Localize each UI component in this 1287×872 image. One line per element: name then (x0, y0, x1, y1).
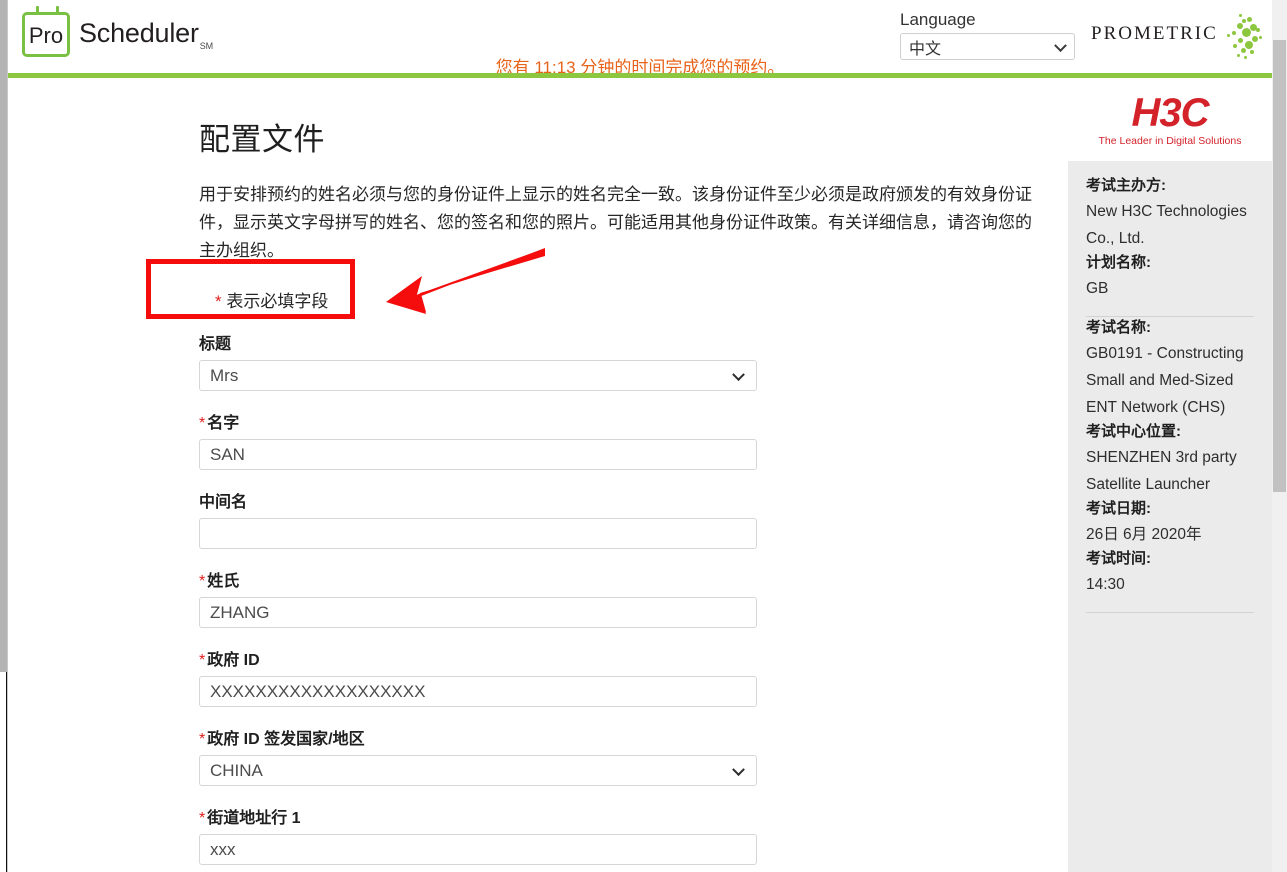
required-note-label: 表示必填字段 (226, 292, 329, 311)
exam-date-label: 考试日期: (1086, 500, 1151, 517)
select-title-value: Mrs (210, 365, 239, 385)
page-scrollbar-thumb[interactable] (1273, 40, 1286, 492)
calendar-ring-right (56, 6, 59, 15)
field-label-last-name: * 姓氏 (199, 567, 757, 591)
input-street-address-1-value: xxx (210, 839, 236, 859)
exam-sponsor-label: 考试主办方: (1086, 177, 1166, 194)
field-label-title: 标题 (199, 330, 757, 354)
field-label-government-id: * 政府 ID (199, 646, 757, 670)
field-label-street-address-1-text: 街道地址行 1 (207, 810, 301, 827)
chevron-down-icon (732, 367, 745, 381)
profile-form-container: 配置文件 用于安排预约的姓名必须与您的身份证件上显示的姓名完全一致。该身份证件至… (199, 114, 1049, 865)
prometric-wordmark: PROMETRIC (1091, 23, 1218, 44)
select-title[interactable]: Mrs (199, 360, 757, 391)
exam-name-label: 考试名称: (1086, 319, 1151, 336)
calendar-ring-left (36, 6, 39, 15)
input-street-address-1[interactable]: xxx (199, 834, 757, 865)
field-label-government-id-country: * 政府 ID 签发国家/地区 (199, 725, 757, 749)
exam-sponsor-value: New H3C Technologies Co., Ltd. (1086, 203, 1247, 247)
exam-date-value: 26日 6月 2020年 (1086, 526, 1202, 543)
field-label-government-id-country-text: 政府 ID 签发国家/地区 (207, 731, 365, 748)
form-field-government-id: * 政府 ID XXXXXXXXXXXXXXXXXXX (199, 646, 757, 707)
exam-info-sidebar: H3C The Leader in Digital Solutions 考试主办… (1068, 78, 1272, 872)
field-label-middle-name-text: 中间名 (199, 494, 248, 511)
exam-time-value: 14:30 (1086, 576, 1125, 593)
exam-info-item: 考试主办方: New H3C Technologies Co., Ltd. (1086, 175, 1254, 252)
required-asterisk: * (199, 731, 206, 748)
field-label-street-address-1: * 街道地址行 1 (199, 804, 757, 828)
form-field-title: 标题 Mrs (199, 330, 757, 391)
required-asterisk: * (199, 810, 206, 827)
field-label-government-id-text: 政府 ID (207, 652, 260, 669)
required-fields-note: * 表示必填字段 (215, 287, 1049, 312)
form-field-first-name: * 名字 SAN (199, 409, 757, 470)
required-asterisk: * (199, 415, 206, 432)
exam-name-value: GB0191 - Constructing Small and Med-Size… (1086, 345, 1244, 416)
page-title: 配置文件 (199, 122, 325, 157)
field-label-last-name-text: 姓氏 (207, 573, 240, 590)
brand-scheduler-text: SchedulerSM (79, 18, 213, 50)
main-content: 配置文件 用于安排预约的姓名必须与您的身份证件上显示的姓名完全一致。该身份证件至… (8, 78, 1068, 872)
required-asterisk: * (199, 652, 206, 669)
app-root: Pro SchedulerSM Language 中文 PROMETRIC 您有… (0, 0, 1287, 872)
left-scrollbar-thumb[interactable] (0, 0, 7, 672)
exam-info-item: 考试时间: 14:30 (1086, 548, 1254, 598)
exam-info-item: 考试日期: 26日 6月 2020年 (1086, 498, 1254, 548)
field-label-first-name-text: 名字 (207, 415, 240, 432)
h3c-wordmark: H3C (1131, 90, 1209, 135)
input-government-id-value: XXXXXXXXXXXXXXXXXXX (210, 681, 426, 701)
input-government-id[interactable]: XXXXXXXXXXXXXXXXXXX (199, 676, 757, 707)
input-first-name-value: SAN (210, 444, 245, 464)
brand-pro-text: Pro (28, 22, 64, 48)
program-name-label: 计划名称: (1086, 254, 1151, 271)
chevron-down-icon (732, 762, 745, 776)
proscheduler-logo[interactable]: Pro SchedulerSM (22, 6, 213, 57)
h3c-logo: H3C The Leader in Digital Solutions (1068, 78, 1272, 161)
h3c-tagline: The Leader in Digital Solutions (1098, 134, 1242, 147)
sidebar-divider (1086, 612, 1254, 613)
required-asterisk: * (199, 573, 206, 590)
calendar-icon: Pro (22, 6, 70, 57)
select-government-id-country[interactable]: CHINA (199, 755, 757, 786)
exam-info-item: 考试名称: GB0191 - Constructing Small and Me… (1086, 317, 1254, 421)
field-label-middle-name: 中间名 (199, 488, 757, 512)
field-label-title-text: 标题 (199, 336, 232, 353)
input-last-name[interactable]: ZHANG (199, 597, 757, 628)
input-first-name[interactable]: SAN (199, 439, 757, 470)
exam-info-item: 计划名称: GB (1086, 252, 1254, 302)
form-field-street-address-1: * 街道地址行 1 xxx (199, 804, 757, 865)
form-field-middle-name: 中间名 (199, 488, 757, 549)
input-last-name-value: ZHANG (210, 602, 270, 622)
test-center-location-label: 考试中心位置: (1086, 423, 1181, 440)
select-government-id-country-value: CHINA (210, 760, 263, 780)
exam-info-list: 考试主办方: New H3C Technologies Co., Ltd. 计划… (1068, 161, 1272, 613)
page-header: Pro SchedulerSM Language 中文 PROMETRIC 您有… (8, 0, 1272, 77)
exam-time-label: 考试时间: (1086, 550, 1151, 567)
program-name-value: GB (1086, 280, 1109, 297)
profile-intro-text: 用于安排预约的姓名必须与您的身份证件上显示的姓名完全一致。该身份证件至少必须是政… (199, 185, 1032, 260)
required-asterisk: * (215, 292, 222, 311)
service-mark: SM (199, 40, 213, 51)
chevron-down-icon (1054, 38, 1067, 52)
form-field-last-name: * 姓氏 ZHANG (199, 567, 757, 628)
brand-scheduler-label: Scheduler (79, 18, 199, 49)
page-scrollbar-track[interactable] (1272, 0, 1287, 872)
input-middle-name[interactable] (199, 518, 757, 549)
form-field-government-id-country: * 政府 ID 签发国家/地区 CHINA (199, 725, 757, 786)
language-label: Language (900, 10, 976, 29)
field-label-first-name: * 名字 (199, 409, 757, 433)
exam-info-item: 考试中心位置: SHENZHEN 3rd party Satellite Lau… (1086, 421, 1254, 498)
test-center-location-value: SHENZHEN 3rd party Satellite Launcher (1086, 449, 1237, 493)
